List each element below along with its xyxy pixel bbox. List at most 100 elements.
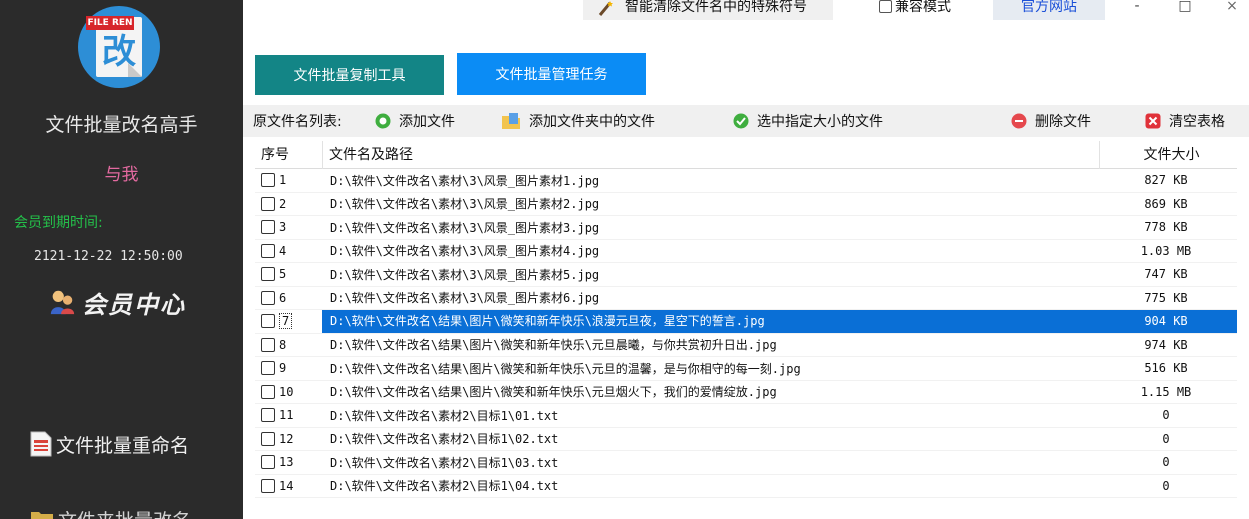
table-row[interactable]: 11 D:\软件\文件改名\素材2\目标1\01.txt 0 bbox=[255, 404, 1237, 428]
table-row[interactable]: 1 D:\软件\文件改名\素材\3\风景_图片素材1.jpg 827 KB bbox=[255, 169, 1237, 193]
folder-icon bbox=[31, 512, 53, 519]
tab-file-batch-manage[interactable]: 文件批量管理任务 bbox=[457, 53, 646, 95]
row-number: 11 bbox=[279, 408, 294, 423]
magic-wand-icon bbox=[598, 1, 613, 16]
minus-circle-icon bbox=[1011, 113, 1027, 129]
nav-folder-batch-rename[interactable]: 文件夹批量改名 bbox=[30, 504, 191, 519]
row-size: 0 bbox=[1162, 431, 1170, 446]
table-row[interactable]: 13 D:\软件\文件改名\素材2\目标1\03.txt 0 bbox=[255, 451, 1237, 475]
top-bar: 智能清除文件名中的特殊符号 兼容模式 官方网站 - □ × bbox=[243, 0, 1249, 20]
row-checkbox[interactable] bbox=[261, 337, 275, 352]
row-number: 4 bbox=[279, 243, 287, 258]
app-logo: FILE REN 改 bbox=[78, 6, 160, 88]
row-number: 5 bbox=[279, 267, 287, 282]
compat-mode-checkbox[interactable]: 兼容模式 bbox=[865, 0, 965, 20]
row-number: 2 bbox=[279, 196, 287, 211]
compat-mode-label: 兼容模式 bbox=[895, 0, 951, 15]
tab-file-batch-copy[interactable]: 文件批量复制工具 bbox=[255, 55, 444, 95]
table-row[interactable]: 4 D:\软件\文件改名\素材\3\风景_图片素材4.jpg 1.03 MB bbox=[255, 240, 1237, 263]
select-by-size-label: 选中指定大小的文件 bbox=[757, 114, 883, 130]
table-row[interactable]: 6 D:\软件\文件改名\素材\3\风景_图片素材6.jpg 775 KB bbox=[255, 287, 1237, 310]
official-site-link[interactable]: 官方网站 bbox=[993, 0, 1105, 20]
add-folder-files-label: 添加文件夹中的文件 bbox=[529, 114, 655, 130]
table-row[interactable]: 14 D:\软件\文件改名\素材2\目标1\04.txt 0 bbox=[255, 475, 1237, 498]
add-circle-icon bbox=[375, 113, 391, 129]
row-number: 12 bbox=[279, 431, 294, 446]
sidebar: FILE REN 改 文件批量改名高手 与我 会员到期时间: 2121-12-2… bbox=[0, 0, 243, 519]
row-number-cell: 13 bbox=[255, 455, 322, 470]
row-number-cell: 3 bbox=[255, 220, 322, 235]
nav-file-batch-rename[interactable]: 文件批量重命名 bbox=[30, 429, 189, 459]
row-checkbox[interactable] bbox=[261, 408, 275, 423]
row-checkbox[interactable] bbox=[261, 290, 275, 305]
app-title: 文件批量改名高手 bbox=[45, 114, 198, 136]
row-size: 1.15 MB bbox=[1140, 384, 1192, 399]
row-path: D:\软件\文件改名\结果\图片\微笑和新年快乐\元旦烟火下，我们的爱情绽放.j… bbox=[330, 385, 777, 400]
row-checkbox[interactable] bbox=[261, 431, 275, 446]
row-number: 13 bbox=[279, 455, 294, 470]
table-row[interactable]: 7 D:\软件\文件改名\结果\图片\微笑和新年快乐\浪漫元旦夜，星空下的誓言.j… bbox=[255, 309, 1237, 334]
table-row[interactable]: 5 D:\软件\文件改名\素材\3\风景_图片素材5.jpg 747 KB bbox=[255, 263, 1237, 287]
member-center-button[interactable]: 会员中心 bbox=[48, 285, 186, 319]
row-path: D:\软件\文件改名\素材\3\风景_图片素材4.jpg bbox=[330, 244, 600, 259]
table-row[interactable]: 12 D:\软件\文件改名\素材2\目标1\02.txt 0 bbox=[255, 428, 1237, 451]
add-folder-files-button[interactable]: 添加文件夹中的文件 bbox=[501, 105, 655, 137]
table-row[interactable]: 2 D:\软件\文件改名\素材\3\风景_图片素材2.jpg 869 KB bbox=[255, 193, 1237, 216]
file-table: 序号 文件名及路径 文件大小 1 D:\软件\文件改名\素材\3\风景_图片素材1… bbox=[255, 141, 1237, 498]
column-header-number[interactable]: 序号 bbox=[255, 141, 322, 169]
row-number-cell: 10 bbox=[255, 384, 322, 399]
special-chars-button[interactable]: 智能清除文件名中的特殊符号 bbox=[583, 0, 833, 20]
row-checkbox[interactable] bbox=[261, 455, 275, 470]
row-size: 974 KB bbox=[1144, 337, 1188, 352]
row-number-cell: 9 bbox=[255, 361, 322, 376]
close-button[interactable]: × bbox=[1211, 0, 1249, 18]
column-header-size[interactable]: 文件大小 bbox=[1099, 141, 1237, 169]
row-number: 9 bbox=[279, 361, 287, 376]
file-list-label: 原文件名列表: bbox=[253, 114, 342, 130]
check-circle-icon bbox=[733, 113, 749, 129]
maximize-button[interactable]: □ bbox=[1164, 0, 1206, 18]
row-number-cell: 1 bbox=[255, 173, 322, 188]
row-checkbox[interactable] bbox=[261, 384, 275, 399]
row-path: D:\软件\文件改名\素材\3\风景_图片素材1.jpg bbox=[330, 173, 600, 188]
logo-tag: FILE REN bbox=[86, 16, 134, 30]
row-path: D:\软件\文件改名\结果\图片\微笑和新年快乐\浪漫元旦夜，星空下的誓言.jp… bbox=[322, 309, 1099, 333]
delete-file-button[interactable]: 删除文件 bbox=[1011, 105, 1091, 137]
row-checkbox[interactable] bbox=[261, 196, 275, 211]
add-file-label: 添加文件 bbox=[399, 114, 455, 130]
row-checkbox[interactable] bbox=[261, 361, 275, 376]
row-path: D:\软件\文件改名\素材2\目标1\04.txt bbox=[330, 479, 559, 494]
add-file-button[interactable]: 添加文件 bbox=[375, 105, 455, 137]
row-checkbox[interactable] bbox=[261, 220, 275, 235]
column-header-path[interactable]: 文件名及路径 bbox=[322, 141, 1099, 169]
table-row[interactable]: 8 D:\软件\文件改名\结果\图片\微笑和新年快乐\元旦晨曦，与你共赏初升日出.… bbox=[255, 334, 1237, 357]
table-row[interactable]: 3 D:\软件\文件改名\素材\3\风景_图片素材3.jpg 778 KB bbox=[255, 216, 1237, 240]
member-expiry-label: 会员到期时间: bbox=[14, 215, 103, 231]
row-number-cell: 8 bbox=[255, 337, 322, 352]
row-size: 747 KB bbox=[1144, 267, 1188, 282]
select-by-size-button[interactable]: 选中指定大小的文件 bbox=[733, 105, 883, 137]
table-header: 序号 文件名及路径 文件大小 bbox=[255, 141, 1237, 169]
row-path: D:\软件\文件改名\素材\3\风景_图片素材6.jpg bbox=[330, 291, 600, 306]
row-checkbox[interactable] bbox=[261, 173, 275, 188]
row-checkbox[interactable] bbox=[261, 267, 275, 282]
minimize-button[interactable]: - bbox=[1116, 0, 1158, 18]
row-number-cell: 12 bbox=[255, 431, 322, 446]
table-row[interactable]: 9 D:\软件\文件改名\结果\图片\微笑和新年快乐\元旦的温馨，是与你相守的每一… bbox=[255, 357, 1237, 381]
row-size: 869 KB bbox=[1144, 196, 1188, 211]
row-path: D:\软件\文件改名\结果\图片\微笑和新年快乐\元旦晨曦，与你共赏初升日出.j… bbox=[330, 338, 777, 353]
row-checkbox[interactable] bbox=[261, 243, 275, 258]
user-name[interactable]: 与我 bbox=[0, 163, 243, 187]
row-number-cell: 14 bbox=[255, 478, 322, 493]
row-size: 0 bbox=[1162, 455, 1170, 470]
logo-glyph: 改 bbox=[102, 32, 136, 72]
row-checkbox[interactable] bbox=[261, 478, 275, 493]
compat-mode-checkbox-box[interactable] bbox=[879, 0, 892, 13]
row-number-cell: 2 bbox=[255, 196, 322, 211]
table-row[interactable]: 10 D:\软件\文件改名\结果\图片\微笑和新年快乐\元旦烟火下，我们的爱情绽放… bbox=[255, 381, 1237, 404]
row-checkbox[interactable] bbox=[261, 314, 275, 329]
clear-table-button[interactable]: 清空表格 bbox=[1145, 105, 1225, 137]
member-avatar-icon bbox=[50, 290, 75, 315]
row-number: 3 bbox=[279, 220, 287, 235]
row-size: 775 KB bbox=[1144, 290, 1188, 305]
